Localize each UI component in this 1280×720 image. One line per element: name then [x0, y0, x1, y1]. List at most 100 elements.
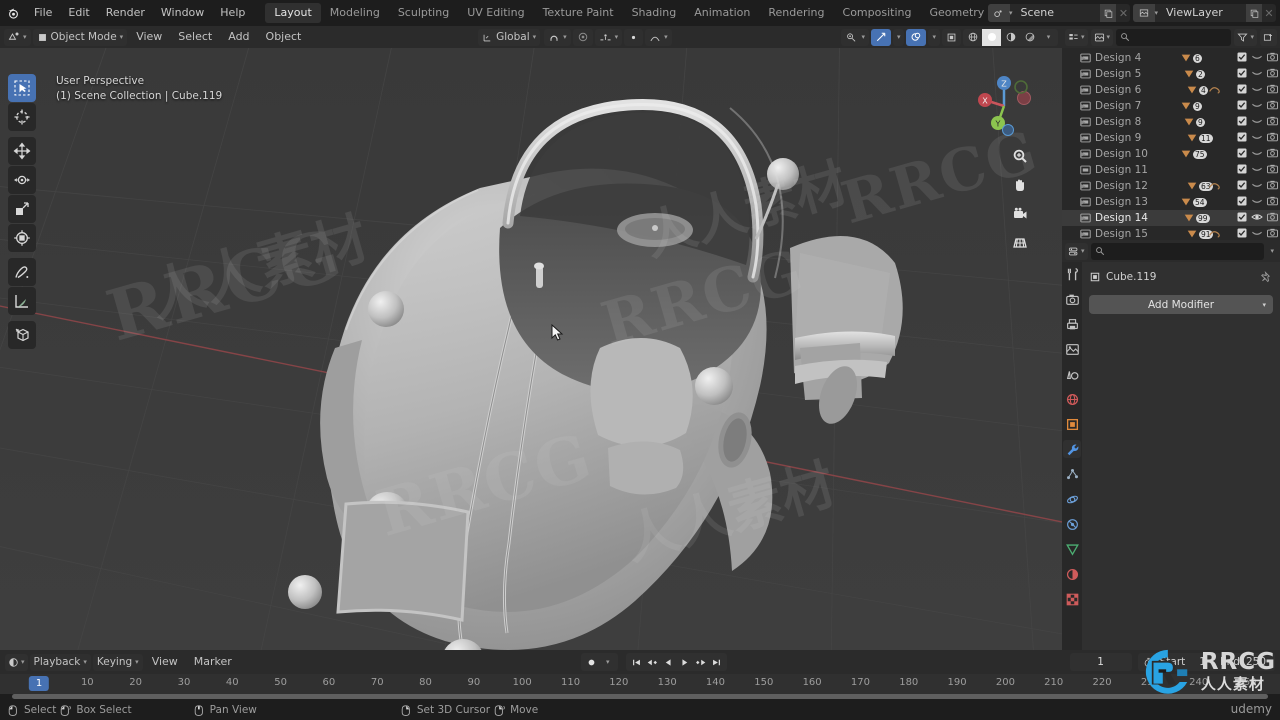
eye-hidden-icon[interactable] [1251, 100, 1263, 113]
properties-editor-type-button[interactable]: ▾ [1065, 242, 1088, 260]
eye-hidden-icon[interactable] [1251, 52, 1263, 65]
menu-window[interactable]: Window [153, 0, 212, 26]
data-tab[interactable] [1063, 540, 1081, 558]
gizmo-options-button[interactable]: ▾ [892, 28, 905, 46]
eye-hidden-icon[interactable] [1251, 180, 1263, 193]
checkbox-enabled[interactable] [1237, 164, 1247, 177]
scene-selector[interactable]: ▾ Scene ✕ [987, 4, 1131, 22]
disclosure-triangle-icon[interactable]: ▶ [1081, 231, 1086, 238]
workspace-tab-shading[interactable]: Shading [623, 3, 686, 23]
disclosure-triangle-icon[interactable]: ▶ [1081, 183, 1086, 190]
zoom-icon[interactable] [1010, 146, 1030, 166]
unlink-scene-button[interactable]: ✕ [1116, 4, 1130, 22]
camera-render-icon[interactable] [1267, 212, 1278, 225]
shading-solid[interactable] [982, 28, 1001, 46]
blender-logo-icon[interactable] [0, 0, 26, 26]
editor-type-button[interactable]: ▾ [4, 28, 31, 46]
render-tab[interactable] [1063, 290, 1081, 308]
proportional-editing-button[interactable] [572, 28, 593, 46]
scene-tab[interactable] [1063, 365, 1081, 383]
new-collection-button[interactable] [1260, 28, 1277, 46]
timeline-scrollbar[interactable] [12, 694, 1268, 699]
texture-tab[interactable] [1063, 590, 1081, 608]
falloff-curve-button[interactable]: ▾ [645, 28, 672, 46]
outliner-row[interactable]: ▶ Design 10 75 [1062, 146, 1280, 162]
workspace-tab-animation[interactable]: Animation [685, 3, 759, 23]
material-tab[interactable] [1063, 565, 1081, 583]
auto-keying-group[interactable]: ▾ [581, 653, 619, 671]
viewport-menu-object[interactable]: Object [259, 28, 309, 46]
checkbox-enabled[interactable] [1237, 196, 1247, 209]
timeline-menu-keying[interactable]: Keying ▾ [92, 653, 143, 671]
checkbox-enabled[interactable] [1237, 180, 1247, 193]
world-tab[interactable] [1063, 390, 1081, 408]
outliner-row[interactable]: ▶ Design 5 2 [1062, 66, 1280, 82]
disclosure-triangle-icon[interactable]: ▶ [1081, 87, 1086, 94]
timeline-ruler[interactable]: 1 10 20 30 40 50 60 70 80 90 100 110 120 130 140 150 16… [0, 674, 1280, 694]
new-scene-button[interactable] [1100, 4, 1117, 22]
outliner-row[interactable]: ▶ Design 8 9 [1062, 114, 1280, 130]
checkbox-enabled[interactable] [1237, 148, 1247, 161]
playback-controls[interactable] [626, 653, 728, 671]
viewlayer-selector[interactable]: ▾ ViewLayer ✕ [1133, 4, 1276, 22]
eye-hidden-icon[interactable] [1251, 148, 1263, 161]
outliner-row[interactable]: ▶ Design 13 54 [1062, 194, 1280, 210]
camera-render-icon[interactable] [1267, 132, 1278, 145]
eye-hidden-icon[interactable] [1251, 196, 1263, 209]
eye-hidden-icon[interactable] [1251, 164, 1263, 177]
checkbox-enabled[interactable] [1237, 116, 1247, 129]
outliner-row[interactable]: Design 11 [1062, 162, 1280, 178]
shading-rendered[interactable] [1020, 29, 1039, 46]
camera-render-icon[interactable] [1267, 68, 1278, 81]
checkbox-enabled[interactable] [1237, 212, 1247, 225]
xray-toggle-button[interactable] [942, 28, 961, 46]
physics-tab[interactable] [1063, 490, 1081, 508]
properties-search-input[interactable] [1090, 242, 1265, 260]
shading-mode-group[interactable]: ▾ [963, 28, 1058, 46]
visibility-filter-button[interactable]: ▾ [841, 28, 869, 46]
workspace-tab-layout[interactable]: Layout [265, 3, 321, 23]
camera-render-icon[interactable] [1267, 180, 1278, 193]
play-icon[interactable] [677, 653, 692, 671]
viewport-menu-add[interactable]: Add [221, 28, 256, 46]
eye-hidden-icon[interactable] [1251, 84, 1263, 97]
overlay-options-button[interactable]: ▾ [928, 28, 940, 46]
disclosure-triangle-icon[interactable]: ▶ [1081, 215, 1086, 222]
jump-to-start-icon[interactable] [629, 653, 644, 671]
play-reverse-icon[interactable] [661, 653, 676, 671]
shading-material-preview[interactable] [1001, 29, 1020, 46]
menu-file[interactable]: File [26, 0, 60, 26]
object-tab[interactable] [1063, 415, 1081, 433]
checkbox-enabled[interactable] [1237, 84, 1247, 97]
navigation-gizmo[interactable]: Z X Y [968, 70, 1040, 142]
shading-options-chevron[interactable]: ▾ [1039, 29, 1058, 46]
tool-scale[interactable] [8, 195, 36, 223]
3d-viewport[interactable]: RRCG 人人素材 RRCG 人人素材 RRCG 人人素材 RRCG User … [0, 48, 1062, 650]
eye-hidden-icon[interactable] [1251, 132, 1263, 145]
proportional-falloff-button[interactable]: ▾ [594, 28, 623, 46]
viewlayer-name[interactable]: ViewLayer [1160, 4, 1246, 22]
camera-view-icon[interactable] [1010, 204, 1030, 224]
transform-orientation-button[interactable]: Global ▾ [478, 28, 541, 46]
workspace-tab-sculpting[interactable]: Sculpting [389, 3, 458, 23]
eye-hidden-icon[interactable] [1251, 116, 1263, 129]
outliner-row[interactable]: ▶ Design 9 11 [1062, 130, 1280, 146]
disclosure-triangle-icon[interactable]: ▶ [1081, 103, 1086, 110]
tool-tab[interactable] [1063, 265, 1081, 283]
prev-keyframe-icon[interactable] [645, 653, 660, 671]
camera-render-icon[interactable] [1267, 164, 1278, 177]
tool-cursor[interactable] [8, 103, 36, 131]
checkbox-enabled[interactable] [1237, 68, 1247, 81]
interaction-mode-button[interactable]: Object Mode ▾ [32, 28, 128, 46]
tool-rotate[interactable] [8, 166, 36, 194]
playhead[interactable]: 1 [28, 676, 50, 691]
workspace-tab-modeling[interactable]: Modeling [321, 3, 389, 23]
tool-add-cube[interactable] [8, 321, 36, 349]
add-modifier-button[interactable]: Add Modifier ▾ [1089, 295, 1273, 314]
timeline-menu-marker[interactable]: Marker [187, 653, 239, 671]
tool-annotate[interactable] [8, 258, 36, 286]
new-viewlayer-button[interactable] [1246, 4, 1262, 22]
jump-to-end-icon[interactable] [709, 653, 724, 671]
constraints-tab[interactable] [1063, 515, 1081, 533]
remove-viewlayer-button[interactable]: ✕ [1262, 4, 1276, 22]
